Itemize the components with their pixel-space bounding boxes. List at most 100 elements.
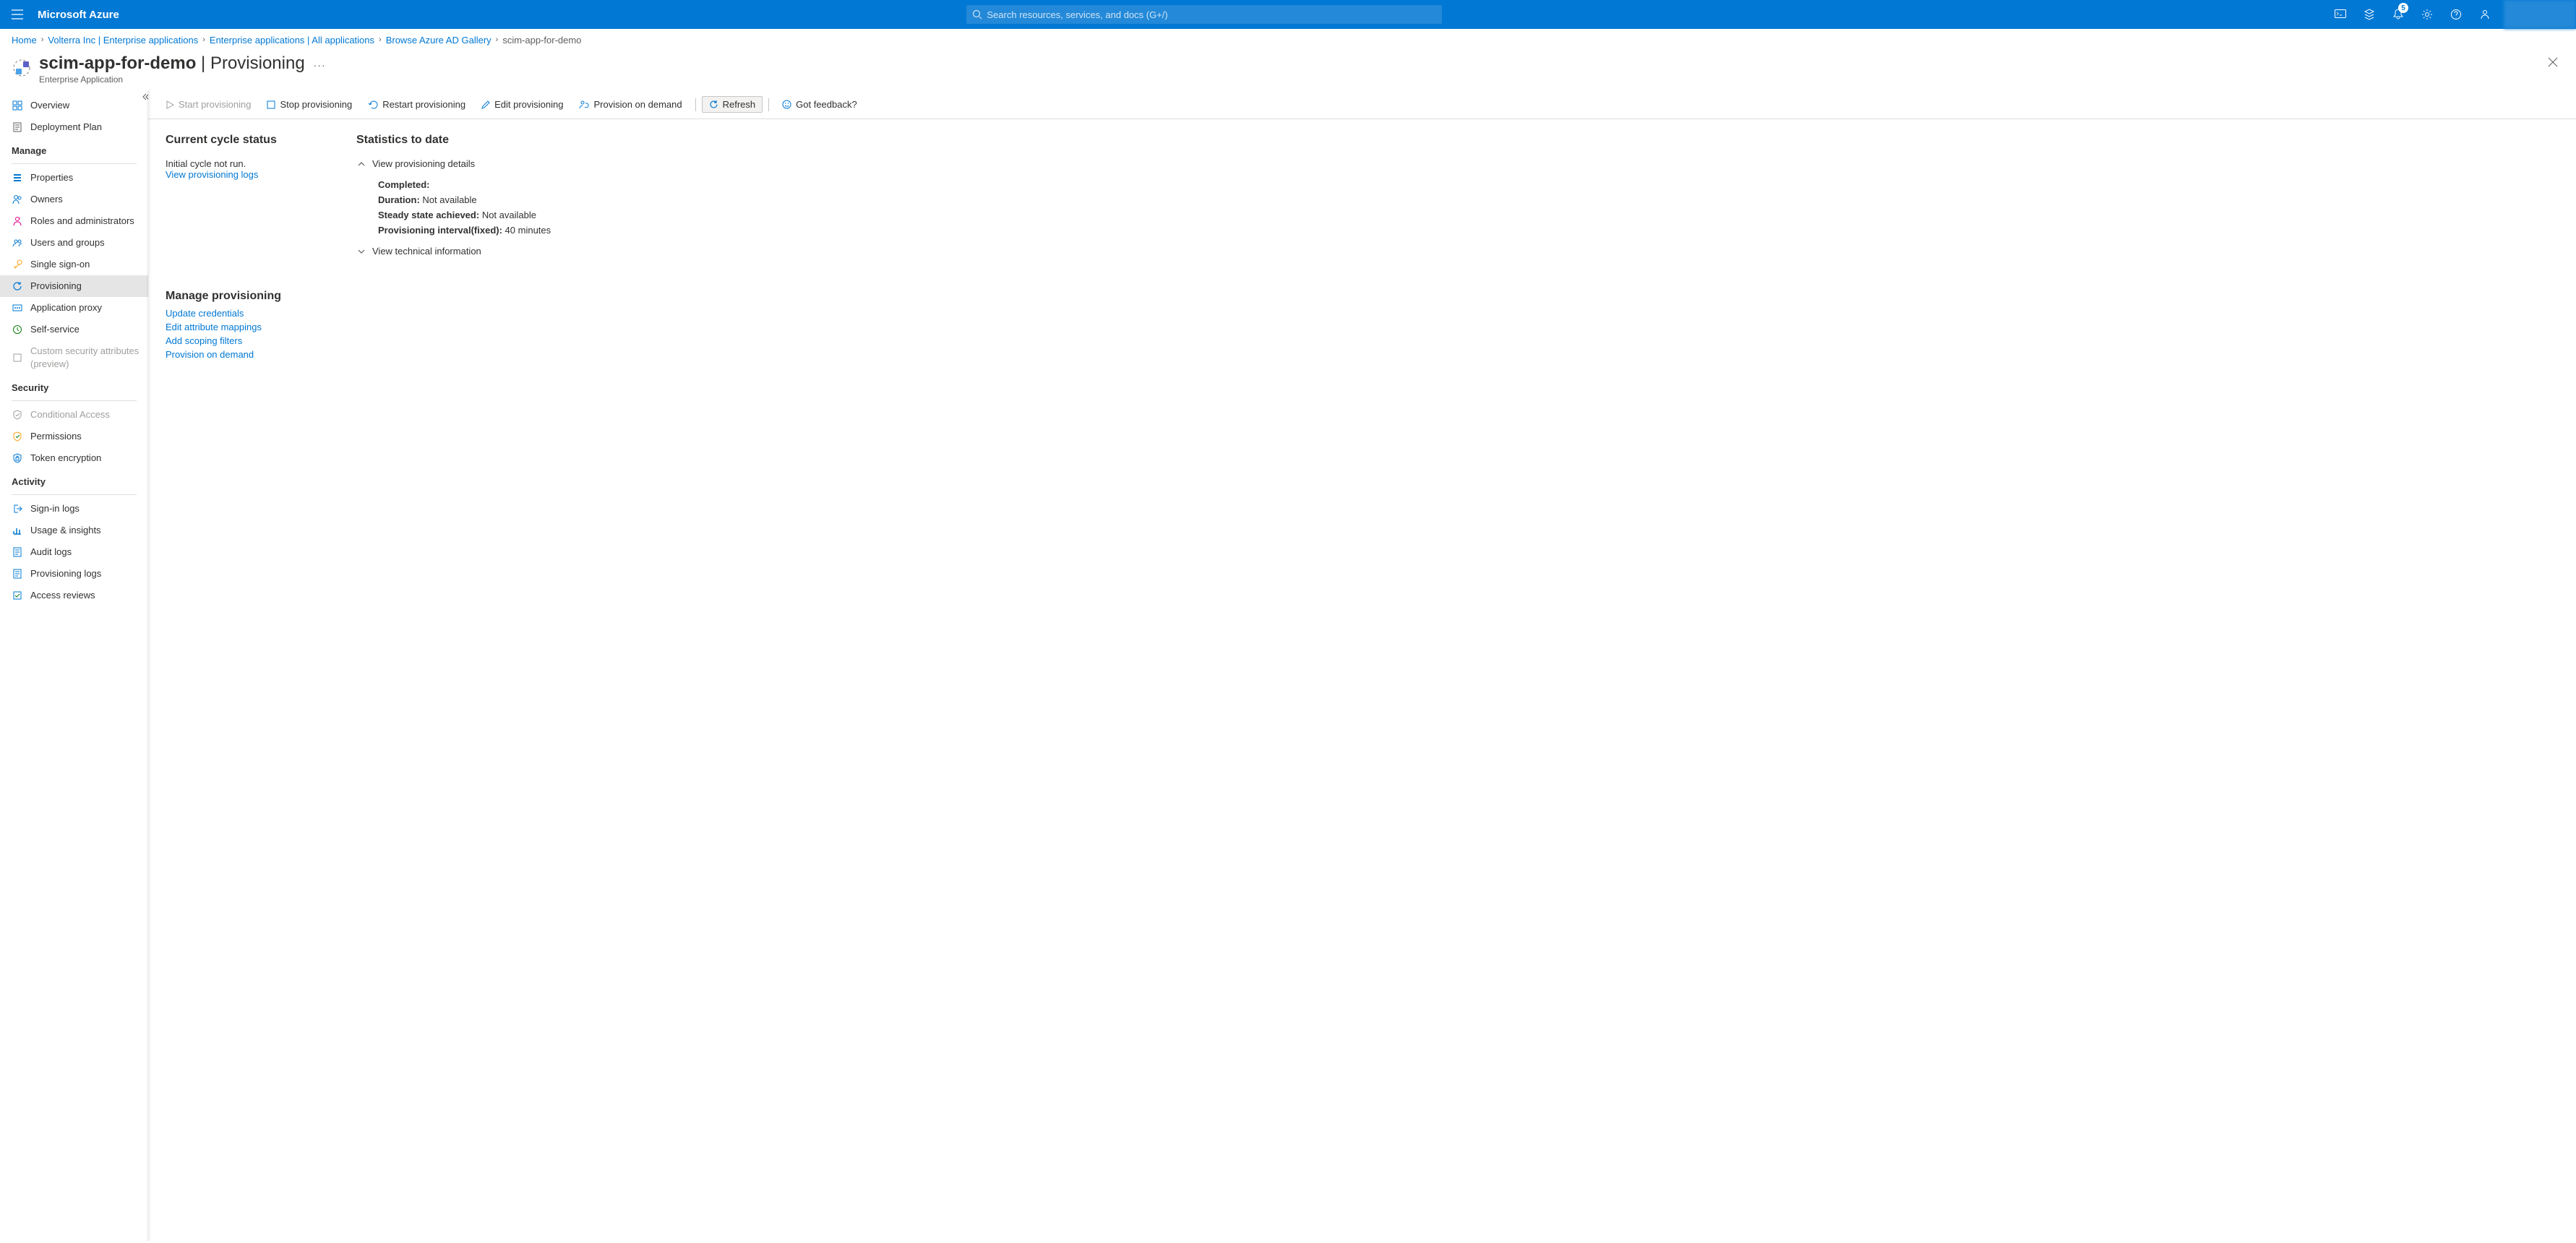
crumb-2[interactable]: Enterprise applications | All applicatio… [210,35,374,46]
nav-item-self-service[interactable]: Self-service [0,319,148,340]
nav-item-users-and-groups[interactable]: Users and groups [0,232,148,254]
cycle-status-text: Initial cycle not run. [166,158,356,169]
nav-icon [12,237,23,249]
nav-item-permissions[interactable]: Permissions [0,426,148,447]
feedback-button[interactable] [2470,0,2499,29]
toolbar-separator [768,98,769,111]
nav-label: Users and groups [30,236,105,249]
notifications-button[interactable]: 5 [2384,0,2413,29]
nav-icon [12,215,23,227]
nav-item-application-proxy[interactable]: Application proxy [0,297,148,319]
view-provisioning-logs-link[interactable]: View provisioning logs [166,169,356,180]
view-provisioning-details-toggle[interactable]: View provisioning details [356,158,2559,169]
nav-label: Roles and administrators [30,215,134,228]
page-title-row: scim-app-for-demo | Provisioning Enterpr… [0,51,2576,90]
command-bar: Start provisioning Stop provisioning Res… [148,90,2576,119]
notification-badge: 5 [2398,3,2408,13]
nav-icon [12,409,23,421]
got-feedback-button[interactable]: Got feedback? [775,96,864,113]
nav-item-provisioning[interactable]: Provisioning [0,275,148,297]
nav-item-properties[interactable]: Properties [0,167,148,189]
gear-icon [2421,9,2433,20]
edit-provisioning-button[interactable]: Edit provisioning [474,96,570,113]
refresh-button[interactable]: Refresh [702,96,763,113]
nav-item-owners[interactable]: Owners [0,189,148,210]
start-provisioning-button[interactable]: Start provisioning [158,96,258,113]
settings-button[interactable] [2413,0,2442,29]
nav-item-conditional-access[interactable]: Conditional Access [0,404,148,426]
directory-button[interactable] [2355,0,2384,29]
nav-label: Self-service [30,323,80,336]
update-credentials-link[interactable]: Update credentials [166,307,2559,321]
title-more-button[interactable]: ··· [314,59,326,71]
menu-button[interactable] [0,0,35,29]
edit-attribute-mappings-link[interactable]: Edit attribute mappings [166,321,2559,335]
help-icon [2450,9,2462,20]
nav-item-roles-and-administrators[interactable]: Roles and administrators [0,210,148,232]
nav-icon [12,194,23,205]
account-block[interactable] [2504,0,2576,29]
nav-group-activity: Activity [0,469,148,491]
nav-label: Properties [30,171,73,184]
search-input[interactable] [987,9,1436,20]
nav-item-audit-logs[interactable]: Audit logs [0,541,148,563]
nav-item-usage-insights[interactable]: Usage & insights [0,520,148,541]
nav-item-sign-in-logs[interactable]: Sign-in logs [0,498,148,520]
crumb-3[interactable]: Browse Azure AD Gallery [386,35,491,46]
nav-label: Deployment Plan [30,121,102,134]
nav-label: Custom security attributes (preview) [30,345,141,371]
crumb-home[interactable]: Home [12,35,37,46]
nav-icon [12,503,23,515]
interval-value: 40 minutes [505,225,551,236]
brand-label: Microsoft Azure [35,9,119,21]
nav-icon [12,525,23,536]
nav-label: Usage & insights [30,524,101,537]
nav-icon [12,280,23,292]
cloud-shell-button[interactable] [2326,0,2355,29]
nav-icon [12,352,23,364]
nav-item-overview[interactable]: Overview [0,95,148,116]
search-icon [972,9,982,20]
global-search[interactable] [966,5,1442,24]
provision-on-demand-button[interactable]: Provision on demand [572,96,689,113]
title-section: Provisioning [210,53,305,74]
add-scoping-filters-link[interactable]: Add scoping filters [166,335,2559,348]
nav-label: Permissions [30,430,82,443]
close-blade-button[interactable] [2543,52,2563,72]
steady-value: Not available [482,210,536,220]
breadcrumb: Home › Volterra Inc | Enterprise applica… [0,29,2576,51]
view-technical-info-toggle[interactable]: View technical information [356,246,2559,257]
nav-item-access-reviews[interactable]: Access reviews [0,585,148,606]
nav-separator [12,163,137,164]
play-icon [166,100,174,109]
provisioning-details: Completed: Duration: Not available Stead… [378,179,2559,236]
cloud-shell-icon [2335,9,2346,20]
smile-icon [782,100,791,109]
nav-item-provisioning-logs[interactable]: Provisioning logs [0,563,148,585]
nav-icon [12,568,23,580]
refresh-icon [709,100,718,109]
nav-icon [12,590,23,601]
toolbar-separator [695,98,696,111]
page-title: scim-app-for-demo | Provisioning Enterpr… [39,53,305,85]
provision-on-demand-link[interactable]: Provision on demand [166,348,2559,362]
nav-item-deployment-plan[interactable]: Deployment Plan [0,116,148,138]
title-app-name: scim-app-for-demo [39,53,196,74]
nav-item-token-encryption[interactable]: Token encryption [0,447,148,469]
crumb-1[interactable]: Volterra Inc | Enterprise applications [48,35,198,46]
help-button[interactable] [2442,0,2470,29]
nav-group-security: Security [0,375,148,397]
app-icon [12,58,32,78]
stop-provisioning-button[interactable]: Stop provisioning [259,96,359,113]
nav-item-custom-security-attributes-preview[interactable]: Custom security attributes (preview) [0,340,148,375]
nav-item-single-sign-on[interactable]: Single sign-on [0,254,148,275]
stop-icon [267,100,275,109]
nav-icon [12,172,23,184]
chevron-up-icon [356,161,366,167]
nav-icon [12,100,23,111]
duration-label: Duration: [378,194,420,205]
nav-label: Single sign-on [30,258,90,271]
restart-provisioning-button[interactable]: Restart provisioning [361,96,473,113]
person-sync-icon [579,100,589,109]
collapse-nav-button[interactable] [142,93,148,100]
